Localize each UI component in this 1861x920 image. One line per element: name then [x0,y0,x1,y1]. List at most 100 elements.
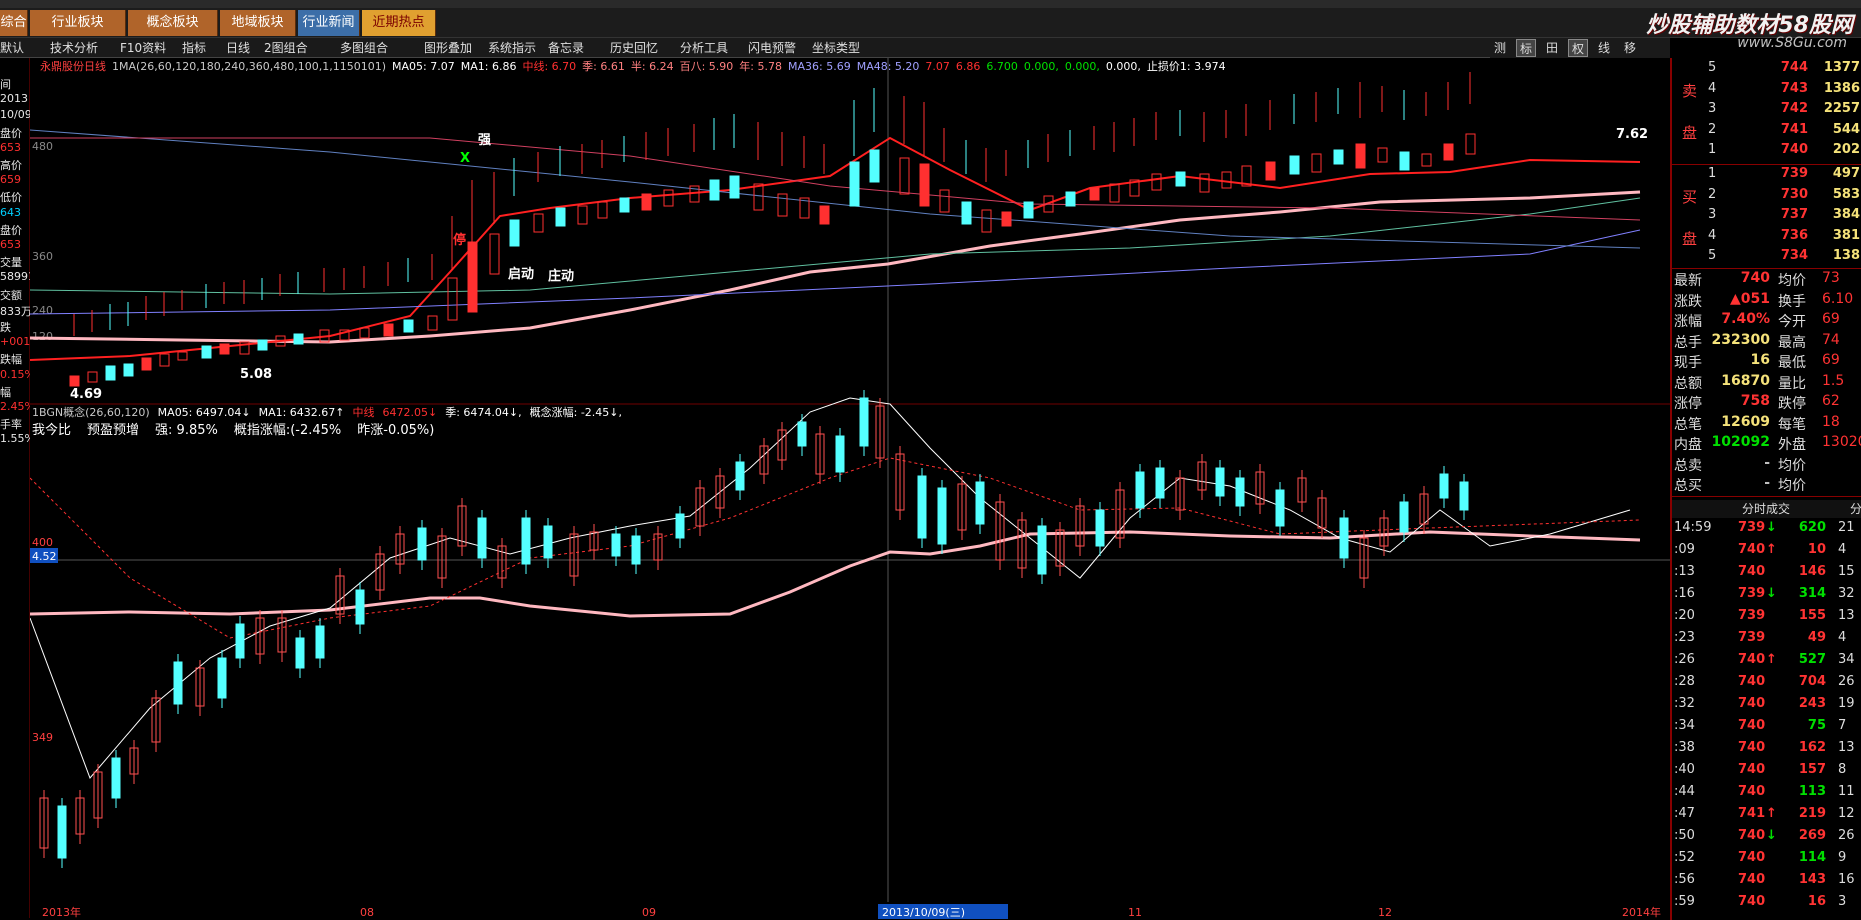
stat-value: - [1764,454,1770,471]
stat-label: 最低 [1778,355,1806,371]
bar-info-item: 58991 [0,270,30,284]
bar-info-item: +001 [0,335,30,349]
chart-annotation: 7.62 [1616,127,1648,142]
toolbar-button-2[interactable]: F10资料 [120,39,166,57]
price-candle [1109,183,1120,203]
trade-direction-icon: ↓ [1766,520,1777,535]
trade-row: :13 740 146 15 [1672,564,1861,586]
tab-0[interactable]: 综合 [0,10,28,36]
ma-line-mid [30,190,1641,344]
toolbar-button-9[interactable]: 备忘录 [548,39,584,57]
toolbar-button-6[interactable]: 多图组合 [340,39,388,57]
level-volume: 497 [1832,166,1860,181]
sell-level-row[interactable]: 1 740 202 [1672,142,1861,161]
level-volume: 2257 [1823,101,1860,116]
buy-level-row[interactable]: 2 730 583 [1672,187,1861,206]
index-candle [521,517,531,565]
trade-price: 740 [1738,828,1766,843]
level-price: 736 [1780,227,1808,243]
level-index: 3 [1708,101,1717,116]
trades-header[interactable]: 分时成交 分 [1672,500,1861,518]
trade-volume: 157 [1798,762,1826,777]
legend-item: 年: 5.78 [739,60,782,73]
price-candle [359,327,370,339]
logo-url: www.S8Gu.com [1737,35,1847,51]
level-volume: 138 [1832,248,1860,263]
quote-stat-row: 现手 16 最低 69 [1672,352,1861,372]
price-candle [869,149,880,183]
trade-count: 19 [1838,696,1855,711]
price-candle [919,163,930,207]
price-candle [1023,201,1034,219]
legend-item: 6.700 [986,60,1018,73]
stat-label: 涨跌 [1674,293,1702,310]
tab-3[interactable]: 地域板块 [220,10,296,36]
sell-level-row[interactable]: 5 744 1377 [1672,60,1861,79]
toolbar-button-3[interactable]: 指标 [182,39,206,57]
toolbar-button-11[interactable]: 分析工具 [680,39,728,57]
toolbar-button-4[interactable]: 日线 [226,39,250,57]
chart-tool-0[interactable]: 测 [1490,39,1510,57]
date-axis-label: 12 [1378,906,1392,919]
buy-level-row[interactable]: 1 739 497 [1672,166,1861,185]
kline-chart-area[interactable]: 480 360 240 120 4.52400 349 强X 停启动 庄动 7.62 4.69 5.0… [30,58,1670,920]
bar-info-item: 2013 [0,92,28,106]
legend-item: MA36: 5.69 [787,60,851,73]
trade-time: :47 [1674,806,1695,821]
level-index: 5 [1708,248,1717,263]
index-candle [1095,509,1105,547]
trade-count: 15 [1838,564,1855,579]
chart-tool-3[interactable]: 权 [1568,39,1588,57]
trade-price: 740 [1738,784,1766,799]
price-candle [201,345,212,359]
trade-time: :38 [1674,740,1695,755]
price-axis-label: 240 [32,304,53,317]
toolbar-button-13[interactable]: 坐标类型 [812,39,860,57]
legend-item: MA1: 6432.67↑ [258,406,345,419]
buy-level-row[interactable]: 5 734 138 [1672,248,1861,267]
quote-stat-row: 总额 16870 量比 1.5 [1672,373,1861,393]
price-candle [849,161,860,207]
chart-tool-1[interactable]: 标 [1516,39,1536,57]
tab-5[interactable]: 近期热点 [362,10,436,36]
chart-tool-2[interactable]: 田 [1542,39,1562,57]
trade-row: :26 740 ↑ 527 34 [1672,652,1861,674]
trade-price: 740 [1738,740,1766,755]
toolbar-button-1[interactable]: 技术分析 [50,39,98,57]
stat-label: 现手 [1674,355,1702,371]
stat-label: 总买 [1674,478,1702,494]
toolbar-button-5[interactable]: 2图组合 [264,39,308,57]
chart-tool-4[interactable]: 线 [1594,39,1614,57]
bar-info-item: 盘价 [0,126,22,140]
buy-level-row[interactable]: 4 736 381 [1672,228,1861,247]
site-watermark-logo: 炒股辅助数材58股网 www.S8Gu.com [1640,5,1861,55]
tab-4[interactable]: 行业新闻 [298,10,360,36]
price-candle [87,371,98,383]
sell-level-row[interactable]: 3 742 2257 [1672,101,1861,120]
bar-info-item: 盘价 [0,223,22,237]
stat-label: 均价 [1778,273,1806,289]
chart-tool-5[interactable]: 移 [1620,39,1640,57]
toolbar-button-7[interactable]: 图形叠加 [424,39,472,57]
sell-level-row[interactable]: 4 743 1386 [1672,81,1861,100]
bar-info-item: 交额 [0,288,22,302]
toolbar-button-8[interactable]: 系统指示 [488,39,536,57]
tab-1[interactable]: 行业板块 [30,10,126,36]
sell-level-row[interactable]: 2 741 544 [1672,122,1861,141]
tab-2[interactable]: 概念板块 [128,10,218,36]
date-axis-label: 08 [360,906,374,919]
price-candle [1355,143,1366,169]
quote-stat-row: 内盘 102092 外盘 13020 [1672,434,1861,454]
price-candle [555,207,566,227]
index-candle [1215,467,1225,497]
toolbar-button-12[interactable]: 闪电预警 [748,39,796,57]
trade-price: 740 [1738,696,1766,711]
trade-row: :28 740 704 26 [1672,674,1861,696]
trades-header-tab: 分 [1850,502,1861,516]
price-candle [177,351,188,361]
buy-level-row[interactable]: 3 737 384 [1672,207,1861,226]
toolbar-button-0[interactable]: 默认 [0,39,24,57]
trade-time: :16 [1674,586,1695,601]
toolbar-button-10[interactable]: 历史回忆 [610,39,658,57]
trade-price: 739 [1738,586,1766,601]
